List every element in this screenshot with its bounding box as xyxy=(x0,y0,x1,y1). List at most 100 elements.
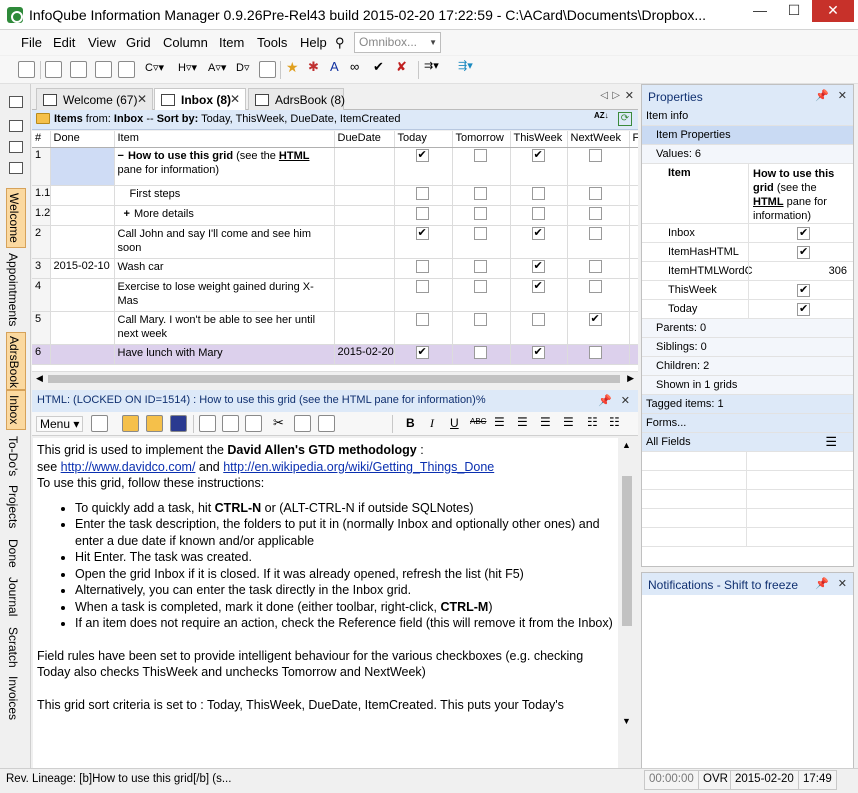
property-value[interactable] xyxy=(748,224,851,242)
nextweek-checkbox[interactable] xyxy=(588,148,602,162)
nextweek-checkbox[interactable] xyxy=(588,259,602,273)
copy-icon[interactable] xyxy=(294,415,311,432)
calendar-icon[interactable] xyxy=(9,141,23,153)
thisweek-checkbox[interactable] xyxy=(531,312,545,326)
column-header-f[interactable]: F xyxy=(629,131,638,148)
item-cell[interactable]: First steps xyxy=(114,185,335,206)
outline-icon[interactable]: ⇶▾ xyxy=(458,59,488,76)
today-checkbox[interactable] xyxy=(415,259,429,273)
nextweek-checkbox[interactable] xyxy=(588,186,602,200)
property-checkbox[interactable] xyxy=(797,283,810,297)
link-icon[interactable]: ∞ xyxy=(350,59,367,76)
column-header-num[interactable]: # xyxy=(32,131,51,148)
tomorrow-checkbox[interactable] xyxy=(473,206,487,220)
duedate-cell[interactable] xyxy=(334,205,395,226)
tab-scroll-left-icon[interactable]: ◁ xyxy=(600,90,608,101)
duedate-cell[interactable] xyxy=(334,185,395,206)
status-mode[interactable]: OVR xyxy=(698,770,733,790)
tomorrow-checkbox[interactable] xyxy=(473,148,487,162)
menu-view[interactable]: View xyxy=(88,35,116,50)
f-cell[interactable] xyxy=(629,205,638,226)
scroll-left-icon[interactable]: ◀ xyxy=(36,373,43,384)
f-cell[interactable] xyxy=(629,311,638,345)
tab-done[interactable]: Done xyxy=(6,536,26,570)
thisweek-checkbox[interactable] xyxy=(531,186,545,200)
open-web-icon[interactable] xyxy=(146,415,163,432)
close-icon[interactable]: ✕ xyxy=(137,92,147,106)
tab-projects[interactable]: Projects xyxy=(6,480,26,534)
find-icon[interactable] xyxy=(222,415,239,432)
grid-horizontal-scrollbar[interactable]: ◀ ▶ xyxy=(32,371,638,385)
column-header-today[interactable]: Today xyxy=(394,131,453,148)
property-value[interactable] xyxy=(748,243,851,261)
maximize-button[interactable]: ☐ xyxy=(778,0,810,22)
wikipedia-link[interactable]: http://en.wikipedia.org/wiki/Getting_Thi… xyxy=(223,460,494,474)
column-header-done[interactable]: Done xyxy=(50,131,115,148)
done-cell[interactable] xyxy=(50,311,115,345)
item-cell[interactable]: + More details xyxy=(114,205,335,226)
tab-appointments[interactable]: Appointments xyxy=(6,250,26,330)
thisweek-checkbox[interactable] xyxy=(531,345,545,359)
menu-column[interactable]: Column xyxy=(163,35,208,50)
column-header-item[interactable]: Item xyxy=(114,131,335,148)
notes-icon[interactable] xyxy=(9,120,23,132)
item-cell[interactable]: Wash car xyxy=(114,258,335,279)
tab-invoices[interactable]: Invoices xyxy=(6,672,26,724)
item-properties-row[interactable]: Item Properties xyxy=(642,126,853,145)
duedate-cell[interactable] xyxy=(334,278,395,312)
f-cell[interactable] xyxy=(629,185,638,206)
done-cell[interactable] xyxy=(50,278,115,312)
paste-icon[interactable] xyxy=(318,415,335,432)
table-row[interactable]: 1 − How to use this grid (see the HTML pan… xyxy=(32,147,638,186)
scroll-up-icon[interactable]: ▲ xyxy=(622,440,631,450)
parents-row[interactable]: Parents: 0 xyxy=(642,319,853,338)
done-cell[interactable]: 2015-02-10 xyxy=(50,258,115,279)
today-checkbox[interactable] xyxy=(415,279,429,293)
duedate-cell[interactable] xyxy=(334,311,395,345)
duedate-cell[interactable]: 2015-02-20 xyxy=(334,344,395,365)
done-cell[interactable] xyxy=(50,205,115,226)
font-color-icon[interactable]: A xyxy=(330,59,347,76)
tomorrow-checkbox[interactable] xyxy=(473,312,487,326)
f-cell[interactable] xyxy=(629,225,638,259)
align-left-icon[interactable]: ☰ xyxy=(494,415,505,429)
scrollbar-thumb[interactable] xyxy=(48,375,620,383)
tomorrow-checkbox[interactable] xyxy=(473,279,487,293)
f-cell[interactable] xyxy=(629,258,638,279)
table-row[interactable]: 1.1 First steps xyxy=(32,185,638,206)
close-icon[interactable]: ✕ xyxy=(625,89,634,102)
today-checkbox[interactable] xyxy=(415,206,429,220)
table-row[interactable]: 3 2015-02-10 Wash car xyxy=(32,258,638,279)
check-icon[interactable]: ✔ xyxy=(373,59,390,76)
indent-icon[interactable]: ⇉▾ xyxy=(424,59,448,76)
close-icon[interactable]: ✕ xyxy=(230,92,240,106)
property-checkbox[interactable] xyxy=(797,226,810,240)
tomorrow-checkbox[interactable] xyxy=(473,259,487,273)
row-number-cell[interactable]: 6 xyxy=(32,344,51,365)
chevron-down-icon[interactable]: ▼ xyxy=(429,38,437,47)
row-number-cell[interactable]: 5 xyxy=(32,311,51,345)
property-row[interactable]: ItemHasHTML xyxy=(642,243,853,262)
menu-tools[interactable]: Tools xyxy=(257,35,287,50)
thisweek-checkbox[interactable] xyxy=(531,148,545,162)
column-header-nextweek[interactable]: NextWeek xyxy=(567,131,630,148)
find-replace-icon[interactable] xyxy=(245,415,262,432)
pin-icon[interactable]: 📌 xyxy=(815,89,829,102)
scrollbar-thumb[interactable] xyxy=(622,476,632,626)
az-sort-icon[interactable]: AZ↓ xyxy=(594,112,610,126)
children-row[interactable]: Children: 2 xyxy=(642,357,853,376)
item-cell[interactable]: Call John and say I'll come and see him … xyxy=(114,225,335,259)
item-cell[interactable]: − How to use this grid (see the HTML pane… xyxy=(114,147,335,186)
column-header-duedate[interactable]: DueDate xyxy=(334,131,395,148)
pin-icon[interactable]: 📌 xyxy=(598,394,612,407)
close-icon[interactable]: ✕ xyxy=(838,577,847,590)
print-preview-icon[interactable] xyxy=(199,415,216,432)
nextweek-checkbox[interactable] xyxy=(588,279,602,293)
property-checkbox[interactable] xyxy=(797,302,810,316)
refresh-icon[interactable] xyxy=(259,61,276,78)
tab-welcome-grid[interactable]: Welcome (67) ✕ xyxy=(36,88,153,110)
today-checkbox[interactable] xyxy=(415,312,429,326)
row-number-cell[interactable]: 1.1 xyxy=(32,185,51,206)
table-icon[interactable] xyxy=(70,61,87,78)
done-cell[interactable] xyxy=(50,225,115,259)
